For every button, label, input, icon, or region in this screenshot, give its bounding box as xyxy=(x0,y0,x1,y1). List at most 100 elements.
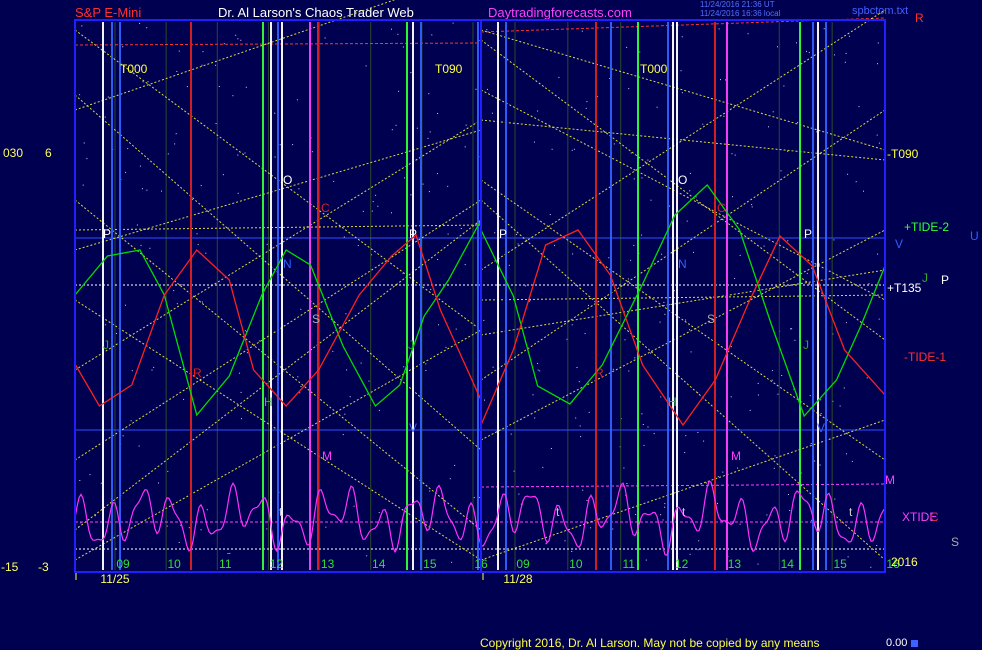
star-dot xyxy=(668,205,670,207)
star-dot xyxy=(537,110,539,112)
level-line xyxy=(480,483,886,488)
star-dot xyxy=(428,93,430,95)
star-dot xyxy=(773,467,775,469)
star-dot xyxy=(641,234,643,236)
star-dot xyxy=(660,514,662,516)
star-dot xyxy=(703,440,705,442)
chart-marker-label: H xyxy=(668,395,677,409)
star-dot xyxy=(297,376,299,378)
star-dot xyxy=(141,188,143,190)
hour-tick-label: 13 xyxy=(728,557,742,571)
star-dot xyxy=(237,192,239,194)
star-dot xyxy=(94,515,96,517)
star-dot xyxy=(689,553,691,555)
star-dot xyxy=(136,224,138,226)
star-dot xyxy=(246,352,248,354)
hour-tick-label: 12 xyxy=(270,557,284,571)
star-dot xyxy=(197,244,199,246)
forecast-chart: 091011121314151611/25091011121314151611/… xyxy=(74,0,979,586)
chart-marker-label: t xyxy=(849,505,853,519)
star-dot xyxy=(858,106,860,108)
star-dot xyxy=(844,61,846,63)
star-dot xyxy=(820,399,822,401)
star-dot xyxy=(362,210,364,212)
star-dot xyxy=(783,85,785,87)
star-dot xyxy=(573,148,575,150)
chart-marker-label: S xyxy=(312,312,320,326)
star-dot xyxy=(107,96,109,98)
hour-tick-label: 14 xyxy=(372,557,386,571)
star-dot xyxy=(158,482,159,484)
star-dot xyxy=(166,525,168,527)
star-dot xyxy=(534,417,536,419)
star-dot xyxy=(768,126,769,128)
chart-marker-label: S xyxy=(707,312,715,326)
star-dot xyxy=(188,527,190,529)
star-dot xyxy=(116,333,117,334)
star-dot xyxy=(232,95,234,97)
star-dot xyxy=(215,64,217,66)
star-dot xyxy=(238,372,240,374)
star-dot xyxy=(641,413,643,415)
star-dot xyxy=(751,204,753,206)
star-dot xyxy=(588,304,589,306)
helper-line xyxy=(480,9,886,271)
star-dot xyxy=(518,493,520,495)
star-dot xyxy=(686,220,688,222)
helper-line xyxy=(480,29,886,151)
star-dot xyxy=(877,42,879,44)
star-dot xyxy=(780,170,782,172)
chart-marker-label: C xyxy=(321,201,330,215)
star-dot xyxy=(430,288,432,290)
star-dot xyxy=(681,36,683,38)
star-dot xyxy=(403,366,405,368)
star-dot xyxy=(635,514,637,515)
star-dot xyxy=(848,35,850,37)
star-dot xyxy=(300,308,302,310)
chart-marker-label: R xyxy=(595,366,604,380)
star-dot xyxy=(127,148,129,150)
star-dot xyxy=(730,346,732,348)
star-dot xyxy=(588,411,590,413)
star-dot xyxy=(586,500,588,501)
star-dot xyxy=(737,467,739,469)
star-dot xyxy=(447,233,449,235)
star-dot xyxy=(333,180,335,182)
star-dot xyxy=(702,123,704,125)
star-dot xyxy=(809,395,811,397)
star-dot xyxy=(689,329,690,331)
star-dot xyxy=(681,92,683,94)
star-dot xyxy=(751,206,753,208)
star-dot xyxy=(846,453,847,455)
star-dot xyxy=(537,363,539,364)
star-dot xyxy=(771,370,773,372)
star-dot xyxy=(734,277,736,279)
star-dot xyxy=(558,76,560,78)
star-dot xyxy=(398,90,400,92)
star-dot xyxy=(845,52,847,54)
star-dot xyxy=(771,379,773,381)
star-dot xyxy=(814,460,816,462)
star-dot xyxy=(647,159,649,161)
marker-lines xyxy=(102,22,827,570)
star-dot xyxy=(717,502,718,504)
star-dot xyxy=(206,509,208,511)
star-dot xyxy=(579,425,581,427)
star-dot xyxy=(612,368,614,370)
star-dot xyxy=(510,433,512,435)
star-dot xyxy=(843,387,845,389)
chart-marker-label: T000 xyxy=(640,62,668,76)
right-label-p: P xyxy=(941,273,949,287)
star-dot xyxy=(237,154,239,156)
star-dot xyxy=(590,527,592,529)
chart-marker-label: V xyxy=(817,421,825,435)
star-dot xyxy=(178,50,180,52)
star-dot xyxy=(483,319,485,321)
star-dot xyxy=(377,205,379,207)
star-dot xyxy=(757,382,759,384)
star-dot xyxy=(554,244,555,246)
star-dot xyxy=(575,417,577,419)
chart-marker-label: H xyxy=(264,395,273,409)
star-dot xyxy=(391,28,392,30)
star-dot xyxy=(292,144,294,146)
